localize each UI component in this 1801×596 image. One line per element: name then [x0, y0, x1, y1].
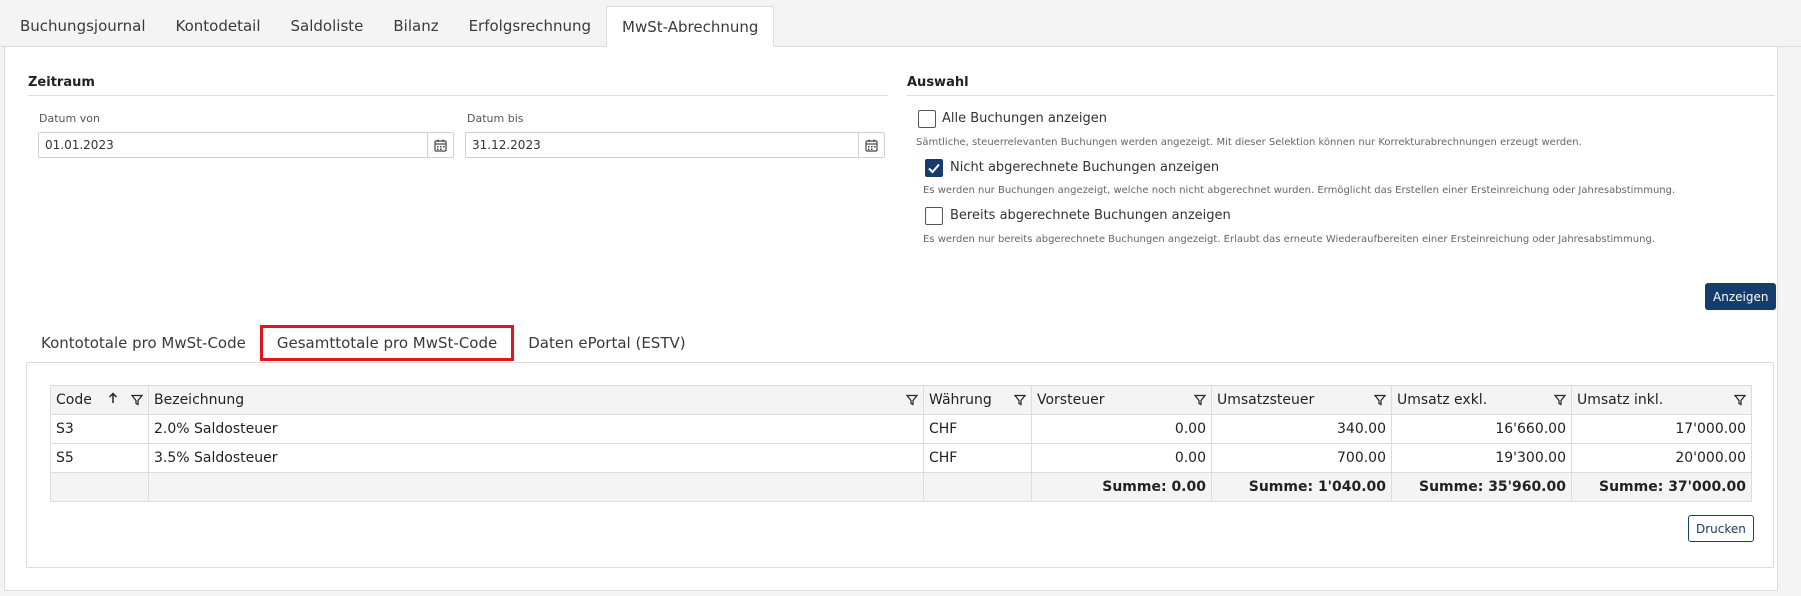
cell-bezeichnung: 2.0% Saldosteuer [148, 414, 924, 444]
filter-icon[interactable] [1014, 394, 1026, 406]
checkbox-nicht-abgerechnet[interactable] [925, 159, 943, 177]
tab-buchungsjournal[interactable]: Buchungsjournal [5, 6, 161, 46]
datum-von-label: Datum von [39, 112, 100, 125]
filter-icon[interactable] [1734, 394, 1746, 406]
sum-empty [50, 472, 149, 502]
checkbox-alle-buchungen-desc: Sämtliche, steuerrelevanten Buchungen we… [916, 137, 1582, 148]
calendar-icon[interactable] [858, 133, 884, 157]
tab-saldoliste[interactable]: Saldoliste [276, 6, 379, 46]
zeitraum-title: Zeitraum [28, 75, 95, 90]
sum-umsatzsteuer: Summe: 1'040.00 [1211, 472, 1392, 502]
drucken-button[interactable]: Drucken [1688, 515, 1754, 542]
subtab-bar: Kontototale pro MwSt-Code Gesamttotale p… [27, 325, 700, 361]
header-umsatz-exkl[interactable]: Umsatz exkl. [1391, 385, 1572, 415]
checkbox-bereits-abgerechnet-desc: Es werden nur bereits abgerechnete Buchu… [923, 234, 1655, 245]
tab-erfolgsrechnung[interactable]: Erfolgsrechnung [454, 6, 606, 46]
cell-vorsteuer: 0.00 [1031, 443, 1212, 473]
sum-empty [923, 472, 1032, 502]
sum-empty [148, 472, 924, 502]
cell-umsatzsteuer: 340.00 [1211, 414, 1392, 444]
header-waehrung[interactable]: Währung [923, 385, 1032, 415]
datum-bis-value: 31.12.2023 [472, 138, 541, 152]
table-row[interactable]: S3 2.0% Saldosteuer CHF 0.00 340.00 16'6… [50, 414, 1752, 444]
cell-umsatz-exkl: 16'660.00 [1391, 414, 1572, 444]
cell-code: S3 [50, 414, 149, 444]
auswahl-title: Auswahl [907, 75, 969, 90]
main-tab-bar: Buchungsjournal Kontodetail Saldoliste B… [0, 0, 1801, 47]
cell-umsatz-inkl: 17'000.00 [1571, 414, 1752, 444]
cell-bezeichnung: 3.5% Saldosteuer [148, 443, 924, 473]
tab-bilanz[interactable]: Bilanz [378, 6, 453, 46]
auswahl-divider [907, 95, 1775, 96]
cell-vorsteuer: 0.00 [1031, 414, 1212, 444]
header-code[interactable]: Code [50, 385, 149, 415]
filter-icon[interactable] [1374, 394, 1386, 406]
checkmark-icon [928, 163, 940, 174]
filter-icon[interactable] [1194, 394, 1206, 406]
subtab-daten-eportal[interactable]: Daten ePortal (ESTV) [514, 325, 699, 361]
cell-umsatzsteuer: 700.00 [1211, 443, 1392, 473]
cell-code: S5 [50, 443, 149, 473]
tab-mwst-abrechnung[interactable]: MwSt-Abrechnung [606, 6, 775, 47]
datum-von-field[interactable]: 01.01.2023 [38, 132, 454, 158]
table-row[interactable]: S5 3.5% Saldosteuer CHF 0.00 700.00 19'3… [50, 443, 1752, 473]
zeitraum-divider [28, 95, 888, 96]
header-bezeichnung[interactable]: Bezeichnung [148, 385, 924, 415]
filter-icon[interactable] [906, 394, 918, 406]
checkbox-alle-buchungen-label: Alle Buchungen anzeigen [942, 111, 1108, 126]
cell-waehrung: CHF [923, 443, 1032, 473]
calendar-icon[interactable] [427, 133, 453, 157]
datum-bis-label: Datum bis [467, 112, 524, 125]
cell-umsatz-inkl: 20'000.00 [1571, 443, 1752, 473]
checkbox-nicht-abgerechnet-label: Nicht abgerechnete Buchungen anzeigen [950, 160, 1220, 175]
checkbox-bereits-abgerechnet-label: Bereits abgerechnete Buchungen anzeigen [950, 208, 1231, 223]
datum-von-value: 01.01.2023 [45, 138, 114, 152]
header-vorsteuer[interactable]: Vorsteuer [1031, 385, 1212, 415]
checkbox-alle-buchungen[interactable] [918, 110, 936, 128]
checkbox-bereits-abgerechnet[interactable] [925, 207, 943, 225]
anzeigen-button[interactable]: Anzeigen [1705, 283, 1777, 310]
header-umsatz-inkl[interactable]: Umsatz inkl. [1571, 385, 1752, 415]
header-umsatzsteuer[interactable]: Umsatzsteuer [1211, 385, 1392, 415]
sum-umsatz-exkl: Summe: 35'960.00 [1391, 472, 1572, 502]
mwst-totals-table: Code Bezeichnung Währung Vorsteuer Umsat… [50, 385, 1752, 502]
datum-bis-field[interactable]: 31.12.2023 [465, 132, 885, 158]
cell-waehrung: CHF [923, 414, 1032, 444]
subtab-kontototale[interactable]: Kontototale pro MwSt-Code [27, 325, 260, 361]
tab-kontodetail[interactable]: Kontodetail [161, 6, 276, 46]
sum-vorsteuer: Summe: 0.00 [1031, 472, 1212, 502]
filter-icon[interactable] [131, 394, 143, 406]
cell-umsatz-exkl: 19'300.00 [1391, 443, 1572, 473]
subtab-gesamttotale[interactable]: Gesamttotale pro MwSt-Code [259, 325, 515, 361]
table-header-row: Code Bezeichnung Währung Vorsteuer Umsat… [50, 385, 1752, 415]
sum-umsatz-inkl: Summe: 37'000.00 [1571, 472, 1752, 502]
filter-icon[interactable] [1554, 394, 1566, 406]
table-summary-row: Summe: 0.00 Summe: 1'040.00 Summe: 35'96… [50, 472, 1752, 502]
sort-ascending-icon[interactable] [108, 392, 118, 404]
checkbox-nicht-abgerechnet-desc: Es werden nur Buchungen angezeigt, welch… [923, 185, 1676, 196]
